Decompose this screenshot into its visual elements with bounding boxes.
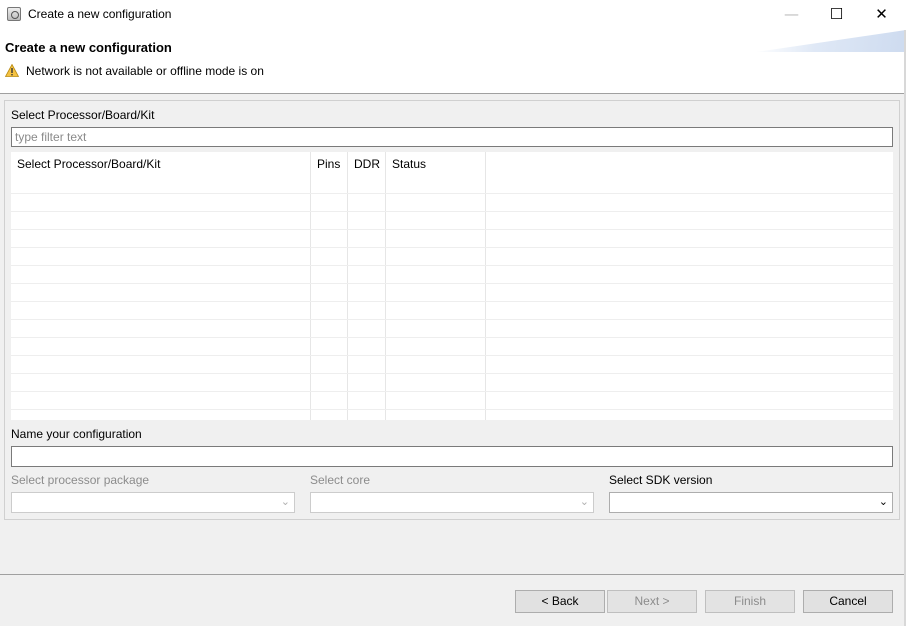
next-button[interactable]: Next > [607, 590, 697, 613]
row-divider [11, 265, 893, 266]
config-name-label: Name your configuration [11, 427, 142, 441]
row-divider [11, 409, 893, 410]
back-button[interactable]: < Back [515, 590, 605, 613]
finish-button[interactable]: Finish [705, 590, 795, 613]
warning-icon [5, 64, 19, 77]
minimize-button[interactable]: — [769, 0, 814, 30]
chevron-down-icon: ⌄ [878, 495, 888, 508]
row-divider [11, 193, 893, 194]
selector-label: Select Processor/Board/Kit [11, 108, 155, 122]
package-select[interactable]: ⌄ [11, 492, 295, 513]
chevron-down-icon: ⌄ [579, 495, 589, 508]
chevron-down-icon: ⌄ [280, 495, 290, 508]
column-header-processor[interactable]: Select Processor/Board/Kit [11, 152, 311, 193]
row-divider [11, 355, 893, 356]
sdk-label: Select SDK version [609, 473, 713, 487]
row-divider [11, 337, 893, 338]
column-header-ddr[interactable]: DDR [348, 152, 386, 193]
column-header-status[interactable]: Status [386, 152, 486, 193]
core-select[interactable]: ⌄ [310, 492, 594, 513]
window-title: Create a new configuration [28, 7, 172, 21]
package-label: Select processor package [11, 473, 150, 487]
row-divider [11, 283, 893, 284]
warning-message: Network is not available or offline mode… [26, 64, 264, 78]
column-header-extra [486, 152, 893, 193]
banner-decoration [756, 30, 906, 52]
filter-input[interactable] [11, 127, 893, 147]
column-header-pins[interactable]: Pins [311, 152, 348, 193]
sdk-select[interactable]: ⌄ [609, 492, 893, 513]
processor-table[interactable]: Select Processor/Board/Kit Pins DDR Stat… [11, 152, 893, 420]
row-divider [11, 319, 893, 320]
row-divider [11, 301, 893, 302]
row-divider [11, 229, 893, 230]
row-divider [11, 247, 893, 248]
core-label: Select core [310, 473, 371, 487]
app-gear-icon [7, 7, 21, 21]
close-button[interactable]: ✕ [859, 0, 904, 30]
row-divider [11, 373, 893, 374]
config-name-input[interactable] [11, 446, 893, 467]
wizard-header: Create a new configuration Network is no… [0, 30, 906, 93]
title-bar: Create a new configuration — ☐ ✕ [0, 0, 906, 30]
row-divider [11, 391, 893, 392]
cancel-button[interactable]: Cancel [803, 590, 893, 613]
row-divider [11, 211, 893, 212]
page-title: Create a new configuration [5, 40, 172, 55]
maximize-button[interactable]: ☐ [814, 0, 859, 30]
